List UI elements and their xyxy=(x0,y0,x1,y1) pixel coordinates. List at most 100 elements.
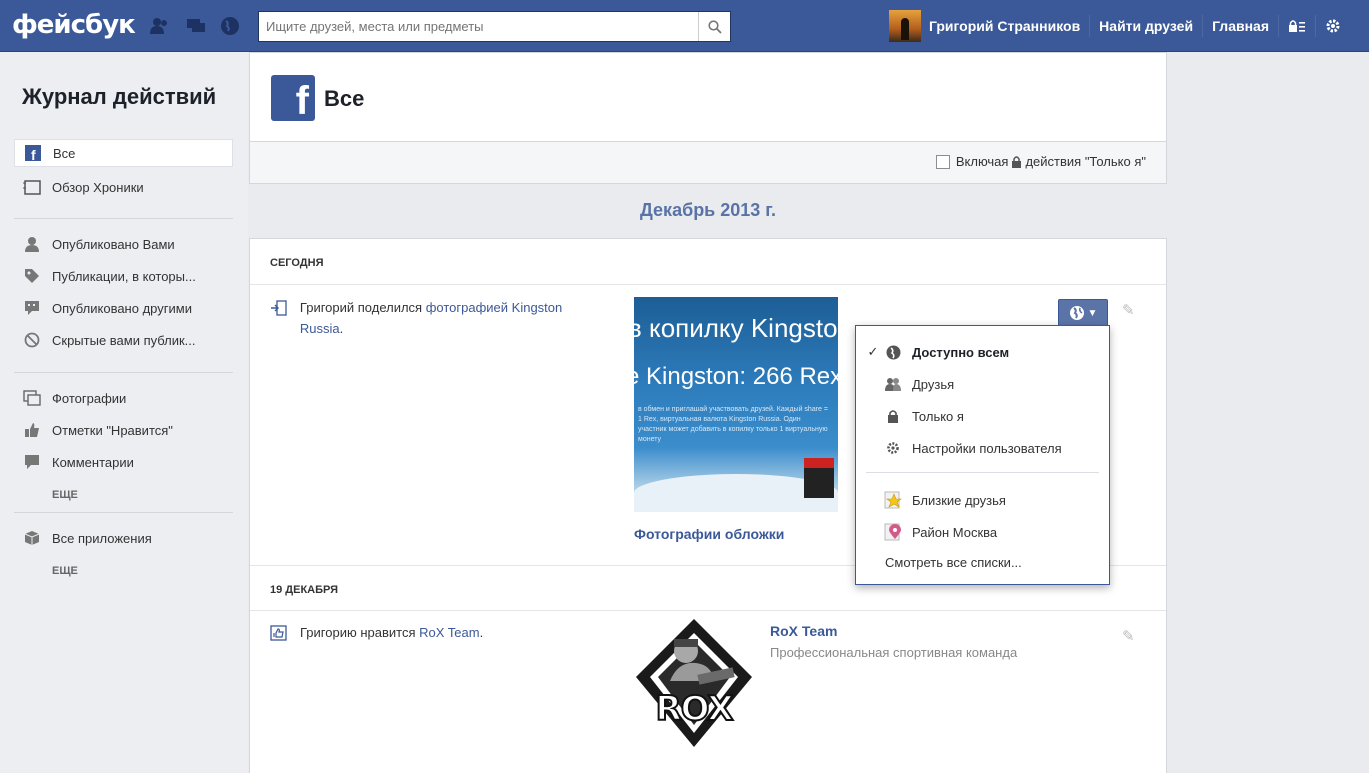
story-text: Григорию нравится RoX Team. xyxy=(300,622,483,643)
top-navigation-bar: фейсбук Григорий Странников Найти друзей… xyxy=(0,0,1369,52)
globe-icon xyxy=(1069,306,1084,320)
sidebar-item-posted-by-you[interactable]: Опубликовано Вами xyxy=(14,230,233,258)
page-category: Профессиональная спортивная команда xyxy=(770,645,1018,660)
star-icon xyxy=(882,491,904,509)
story-link-page[interactable]: RoX Team xyxy=(419,625,479,640)
privacy-option-label: Только я xyxy=(912,408,964,424)
privacy-option-label: Друзья xyxy=(912,376,955,392)
see-all-lists-label: Смотреть все списки... xyxy=(885,554,1022,570)
story-text: Григорий поделился фотографией Kingston … xyxy=(300,297,608,339)
nav-divider xyxy=(1089,15,1091,37)
sidebar-item-label: Опубликовано Вами xyxy=(52,236,175,252)
edit-pencil-icon[interactable]: ✎ xyxy=(1122,627,1135,645)
privacy-option-moscow[interactable]: Район Москва xyxy=(856,518,1109,546)
sidebar-divider xyxy=(14,218,233,219)
privacy-option-friends[interactable]: Друзья xyxy=(856,370,1109,398)
sidebar-item-timeline-review[interactable]: Обзор Хроники xyxy=(14,173,233,201)
day-heading: СЕГОДНЯ xyxy=(250,239,1166,285)
hidden-icon xyxy=(22,331,42,349)
facebook-logo[interactable]: фейсбук xyxy=(12,10,136,40)
privacy-dropdown-menu: ✓ Доступно всем Друзья Только я Настройк… xyxy=(855,325,1110,585)
thumbnail-text: в копилку Kingston! xyxy=(634,313,838,343)
story-liked-page: Григорию нравится RoX Team. xyxy=(268,622,628,643)
speech-bubble-icon xyxy=(22,299,42,317)
sidebar-item-label: Опубликовано другими xyxy=(52,300,192,316)
sidebar-title: Журнал действий xyxy=(22,84,217,109)
sidebar-item-photos[interactable]: Фотографии xyxy=(14,384,233,412)
sidebar-item-likes[interactable]: Отметки "Нравится" xyxy=(14,416,233,444)
checkmark-icon: ✓ xyxy=(867,344,879,359)
facebook-icon: f xyxy=(271,75,315,121)
rox-team-logo[interactable]: ROX xyxy=(634,619,754,749)
chevron-down-icon: ▼ xyxy=(1087,307,1098,319)
rox-logo-text: ROX xyxy=(654,688,734,730)
sidebar-item-all-apps[interactable]: Все приложения xyxy=(14,524,233,552)
story-suffix: . xyxy=(479,625,484,640)
friend-requests-icon[interactable] xyxy=(150,16,170,36)
shared-photo-thumbnail[interactable]: в копилку Kingston! е Kingston: 266 Rexo… xyxy=(634,297,838,512)
edit-pencil-icon[interactable]: ✎ xyxy=(1122,301,1135,319)
include-only-me-toggle[interactable]: Включая действия "Только я" xyxy=(935,154,1146,169)
timeline-review-icon xyxy=(22,178,42,196)
story-suffix: . xyxy=(339,321,344,336)
sidebar-item-comments[interactable]: Комментарии xyxy=(14,448,233,476)
sidebar-item-all[interactable]: f Все xyxy=(14,139,233,167)
profile-link[interactable]: Григорий Странников xyxy=(929,18,1080,34)
comment-icon xyxy=(22,453,42,471)
privacy-option-label: Район Москва xyxy=(912,524,998,540)
person-icon xyxy=(22,235,42,253)
story-shared-photo: Григорий поделился фотографией Kingston … xyxy=(268,297,608,339)
sidebar-item-label: Фотографии xyxy=(52,390,127,406)
settings-gear-icon[interactable] xyxy=(1325,18,1341,34)
include-only-me-label-rest: действия "Только я" xyxy=(1025,154,1146,169)
find-friends-link[interactable]: Найти друзей xyxy=(1099,18,1193,34)
search-button[interactable] xyxy=(698,12,730,41)
location-pin-icon xyxy=(882,523,904,541)
privacy-option-label: Доступно всем xyxy=(912,344,1010,360)
thumbnail-text: е Kingston: 266 Rexo xyxy=(634,363,838,390)
thumbnail-small-text: в обмен и приглашай участвовать друзей. … xyxy=(638,406,828,443)
privacy-option-close-friends[interactable]: Близкие друзья xyxy=(856,486,1109,514)
sidebar-item-label: Отметки "Нравится" xyxy=(52,422,173,438)
privacy-option-only-me[interactable]: Только я xyxy=(856,402,1109,430)
sidebar-divider xyxy=(14,372,233,373)
sidebar-more-link[interactable]: ЕЩЕ xyxy=(52,489,78,501)
apps-icon xyxy=(22,529,42,547)
privacy-option-public[interactable]: ✓ Доступно всем xyxy=(856,338,1109,366)
facebook-icon: f xyxy=(23,144,43,162)
home-link[interactable]: Главная xyxy=(1212,18,1269,34)
privacy-option-label: Настройки пользователя xyxy=(912,440,1062,456)
see-all-lists-link[interactable]: Смотреть все списки... xyxy=(856,548,1109,576)
search-input[interactable] xyxy=(259,12,699,41)
sidebar-item-label: Публикации, в которы... xyxy=(52,268,196,284)
tag-icon xyxy=(22,267,42,285)
page-title: Все xyxy=(324,86,365,111)
top-nav-links: Григорий Странников Найти друзей Главная xyxy=(888,0,1341,52)
story-prefix: Григорию нравится xyxy=(300,625,420,640)
like-page-icon xyxy=(268,623,290,643)
thumbnail-product-box xyxy=(804,458,834,498)
privacy-selector-button[interactable]: ▼ xyxy=(1058,299,1108,327)
sidebar-item-posted-by-others[interactable]: Опубликовано другими xyxy=(14,294,233,322)
page-name-link[interactable]: RoX Team xyxy=(770,623,837,639)
include-only-me-checkbox[interactable] xyxy=(935,154,950,169)
messages-icon[interactable] xyxy=(186,16,206,36)
friends-icon xyxy=(882,375,904,393)
nav-divider xyxy=(1202,15,1204,37)
sidebar-item-tagged[interactable]: Публикации, в которы... xyxy=(14,262,233,290)
privacy-shortcuts-icon[interactable] xyxy=(1288,19,1306,33)
photo-album-link[interactable]: Фотографии обложки xyxy=(634,526,784,542)
privacy-option-custom[interactable]: Настройки пользователя xyxy=(856,434,1109,462)
user-avatar[interactable] xyxy=(888,10,921,42)
lock-icon xyxy=(882,407,904,425)
sidebar-item-label: Скрытые вами публик... xyxy=(52,332,196,348)
sidebar-item-hidden[interactable]: Скрытые вами публик... xyxy=(14,326,233,354)
sidebar-more-link[interactable]: ЕЩЕ xyxy=(52,565,78,577)
activity-header: f Все xyxy=(249,52,1167,142)
globe-icon xyxy=(882,343,904,361)
photos-icon xyxy=(22,389,42,407)
right-column xyxy=(1167,52,1369,773)
nav-divider xyxy=(1315,15,1316,37)
sidebar-item-label: Все приложения xyxy=(52,530,152,546)
notifications-globe-icon[interactable] xyxy=(220,16,240,36)
